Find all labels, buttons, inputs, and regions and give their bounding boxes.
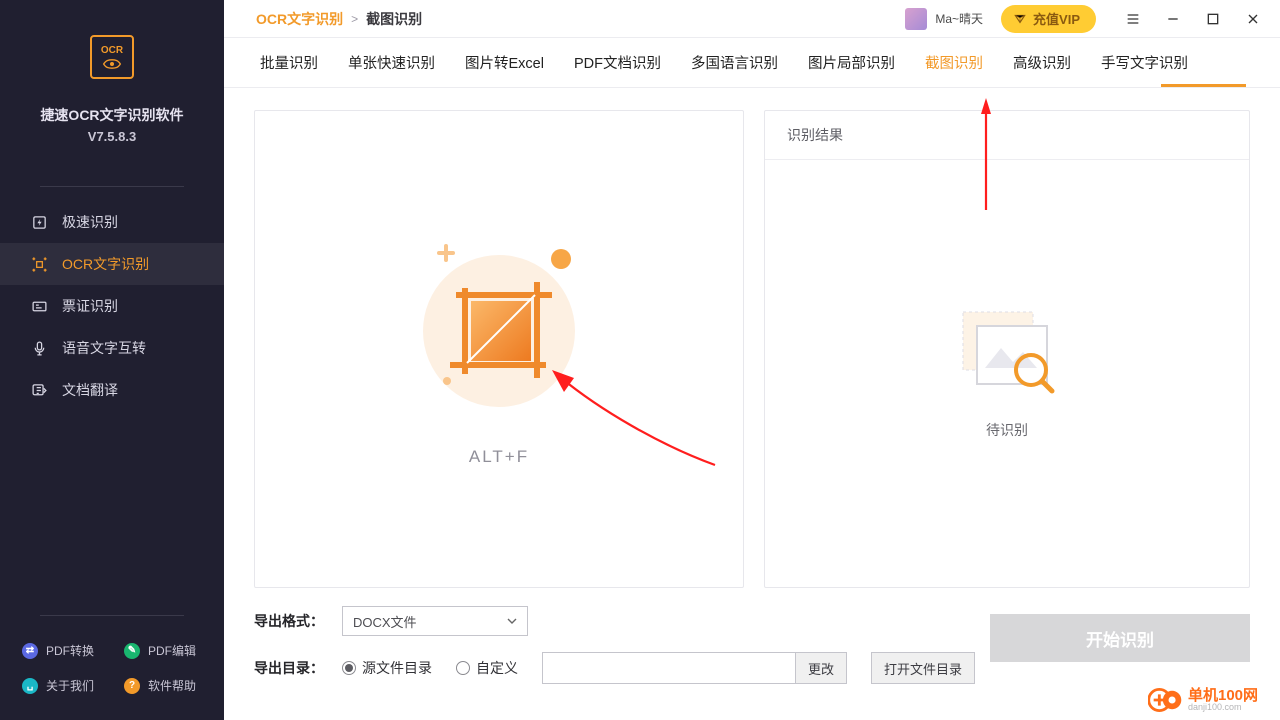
tab-img-to-excel[interactable]: 图片转Excel [465, 38, 544, 87]
minimize-icon [1165, 11, 1181, 27]
sidebar-item-label: 文档翻译 [62, 380, 118, 400]
export-path-input[interactable] [542, 652, 796, 684]
start-button[interactable]: 开始识别 [990, 614, 1250, 662]
divider [40, 615, 184, 616]
footer-link-label: 软件帮助 [148, 677, 196, 694]
maximize-icon [1205, 11, 1221, 27]
sidebar-footer: ⇄ PDF转换 ✎ PDF编辑 ␣ 关于我们 ? 软件帮助 [0, 609, 224, 720]
tab-multilang[interactable]: 多国语言识别 [691, 38, 778, 87]
footer-link-help[interactable]: ? 软件帮助 [124, 677, 202, 694]
tab-underline [1161, 84, 1246, 87]
bolt-icon [30, 213, 48, 231]
tab-partial[interactable]: 图片局部识别 [808, 38, 895, 87]
eye-icon [101, 59, 123, 69]
maximize-button[interactable] [1204, 10, 1222, 28]
chevron-down-icon [507, 618, 517, 624]
sidebar-item-ticket[interactable]: 票证识别 [0, 285, 224, 327]
breadcrumb-separator: > [351, 12, 358, 26]
tab-pdf[interactable]: PDF文档识别 [574, 38, 661, 87]
titlebar: OCR文字识别 > 截图识别 Ma~晴天 充值VIP [224, 0, 1280, 37]
translate-icon [30, 381, 48, 399]
radio-dot-icon [456, 661, 470, 675]
info-icon: ␣ [22, 678, 38, 694]
close-icon [1245, 11, 1261, 27]
arrow-icon: ⇄ [22, 643, 38, 659]
footer-link-pdf-convert[interactable]: ⇄ PDF转换 [22, 642, 100, 659]
crop-icon [30, 255, 48, 273]
help-icon: ? [124, 678, 140, 694]
sidebar-item-ocr[interactable]: OCR文字识别 [0, 243, 224, 285]
export-format-select[interactable]: DOCX文件 [342, 606, 528, 636]
radio-source-dir[interactable]: 源文件目录 [342, 658, 432, 678]
sidebar-nav: 极速识别 OCR文字识别 票证识别 语音文字互转 文档翻译 [0, 201, 224, 411]
radio-label: 源文件目录 [362, 658, 432, 678]
open-dir-button[interactable]: 打开文件目录 [871, 652, 975, 684]
minimize-button[interactable] [1164, 10, 1182, 28]
sidebar: OCR 捷速OCR文字识别软件 V7.5.8.3 极速识别 OCR文字识别 票证… [0, 0, 224, 720]
export-bar: 导出格式： DOCX文件 导出目录： 源文件目录 自定义 更改 打开文件目录 开… [224, 588, 1280, 720]
footer-link-label: PDF转换 [46, 642, 94, 659]
close-button[interactable] [1244, 10, 1262, 28]
user-chip[interactable]: Ma~晴天 [905, 8, 983, 30]
change-dir-button[interactable]: 更改 [796, 652, 847, 684]
footer-link-label: 关于我们 [46, 677, 94, 694]
export-dir-label: 导出目录： [254, 658, 332, 678]
brand-version: V7.5.8.3 [0, 129, 224, 144]
tab-advanced[interactable]: 高级识别 [1013, 38, 1071, 87]
export-format-label: 导出格式： [254, 611, 332, 631]
breadcrumb-root[interactable]: OCR文字识别 [256, 9, 343, 29]
divider [40, 186, 184, 187]
menu-button[interactable] [1124, 10, 1142, 28]
sidebar-item-label: 语音文字互转 [62, 338, 146, 358]
sidebar-item-speed[interactable]: 极速识别 [0, 201, 224, 243]
tab-batch[interactable]: 批量识别 [260, 38, 318, 87]
radio-label: 自定义 [476, 658, 518, 678]
diamond-icon [1013, 12, 1027, 26]
sidebar-item-translate[interactable]: 文档翻译 [0, 369, 224, 411]
tab-single[interactable]: 单张快速识别 [348, 38, 435, 87]
sidebar-item-voice[interactable]: 语音文字互转 [0, 327, 224, 369]
tab-handwriting[interactable]: 手写文字识别 [1101, 38, 1188, 87]
vip-button[interactable]: 充值VIP [1001, 5, 1096, 33]
footer-link-about[interactable]: ␣ 关于我们 [22, 677, 100, 694]
user-name: Ma~晴天 [935, 10, 983, 27]
app-logo: OCR [90, 35, 134, 79]
radio-dot-icon [342, 661, 356, 675]
footer-link-label: PDF编辑 [148, 642, 196, 659]
brand-name: 捷速OCR文字识别软件 [0, 105, 224, 125]
vip-label: 充值VIP [1033, 9, 1080, 28]
capture-area[interactable]: ALT+F [254, 110, 744, 588]
sidebar-item-label: 极速识别 [62, 212, 118, 232]
placeholder-image-icon [957, 308, 1057, 398]
result-panel: 识别结果 待识别 [764, 110, 1250, 588]
sidebar-item-label: OCR文字识别 [62, 254, 149, 274]
select-value: DOCX文件 [353, 612, 417, 631]
result-title: 识别结果 [765, 111, 1249, 160]
radio-custom-dir[interactable]: 自定义 [456, 658, 518, 678]
hotkey-label: ALT+F [469, 447, 529, 467]
logo-text: OCR [101, 45, 123, 57]
avatar [905, 8, 927, 30]
microphone-icon [30, 339, 48, 357]
breadcrumb-leaf: 截图识别 [366, 9, 422, 29]
footer-link-pdf-edit[interactable]: ✎ PDF编辑 [124, 642, 202, 659]
tab-screenshot[interactable]: 截图识别 [925, 38, 983, 87]
main: OCR文字识别 > 截图识别 Ma~晴天 充值VIP 批量识别 单张快速识别 [224, 0, 1280, 720]
sidebar-item-label: 票证识别 [62, 296, 118, 316]
pencil-icon: ✎ [124, 643, 140, 659]
hamburger-icon [1125, 11, 1141, 27]
crop-illustration-icon [409, 231, 589, 411]
result-empty-text: 待识别 [986, 420, 1028, 440]
card-icon [30, 297, 48, 315]
tab-bar: 批量识别 单张快速识别 图片转Excel PDF文档识别 多国语言识别 图片局部… [224, 38, 1280, 87]
